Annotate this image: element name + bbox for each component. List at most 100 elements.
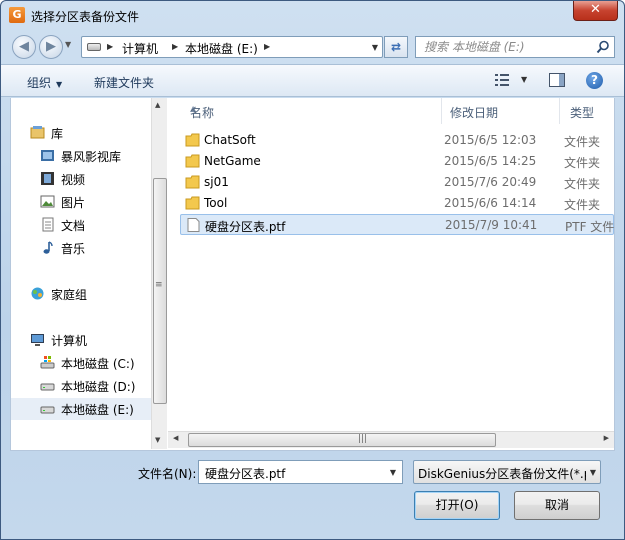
breadcrumb-drive-e[interactable]: 本地磁盘 (E:) (185, 40, 258, 57)
close-button[interactable]: ✕ (573, 1, 618, 21)
table-row[interactable]: 硬盘分区表.ptf 2015/7/9 10:41 PTF 文件 (180, 214, 614, 235)
sidebar-item-computer[interactable]: 计算机 (11, 329, 151, 351)
video-icon (41, 172, 54, 185)
scroll-up-icon[interactable]: ▲ (155, 101, 160, 109)
file-dialog-window: G 选择分区表备份文件 ✕ ◀ ▶ ▼ ▶ 计算机 ▶ 本地磁盘 (E:) ▶ … (0, 0, 625, 540)
sidebar-item-label: 库 (51, 127, 64, 141)
picture-icon (40, 195, 55, 208)
table-row[interactable]: ChatSoft 2015/6/5 12:03 文件夹 (180, 130, 614, 151)
grip-icon: ||| (358, 434, 368, 444)
sidebar-scrollbar[interactable]: ▲ ≡ ▼ (151, 98, 167, 449)
chevron-down-icon[interactable]: ▼ (590, 468, 596, 477)
drive-icon (87, 43, 101, 51)
file-icon (187, 218, 200, 232)
filename-value[interactable]: 硬盘分区表.ptf (205, 465, 285, 482)
title-bar[interactable]: G 选择分区表备份文件 ✕ (1, 1, 624, 31)
breadcrumb-computer[interactable]: 计算机 (122, 40, 158, 57)
sidebar-item-documents[interactable]: 文档 (11, 214, 151, 236)
table-row[interactable]: NetGame 2015/6/5 14:25 文件夹 (180, 151, 614, 172)
command-toolbar: 组织 ▼ 新建文件夹 ▼ ? (1, 64, 624, 97)
search-box[interactable] (415, 36, 615, 58)
organize-label: 组织 (27, 76, 52, 90)
sidebar-item-drive-d[interactable]: 本地磁盘 (D:) (11, 375, 151, 397)
file-name: ChatSoft (204, 133, 256, 147)
chevron-right-icon[interactable]: ▶ (172, 42, 178, 51)
search-input[interactable] (424, 39, 594, 55)
preview-pane-icon[interactable] (549, 73, 565, 87)
computer-icon (31, 334, 44, 346)
filetype-select[interactable]: DiskGenius分区表备份文件(*.ptf) ▼ (413, 460, 601, 484)
sidebar-item-homegroup[interactable]: 家庭组 (11, 283, 151, 305)
sidebar-item-pictures[interactable]: 图片 (11, 191, 151, 213)
refresh-button[interactable]: ⇄ (384, 36, 408, 58)
sidebar-item-label: 家庭组 (51, 288, 88, 302)
video-library-icon (41, 150, 54, 161)
address-dropdown-icon[interactable]: ▼ (372, 43, 378, 52)
open-button[interactable]: 打开(O) (414, 491, 500, 520)
chevron-down-icon[interactable]: ▼ (390, 468, 396, 477)
address-bar[interactable]: ▶ 计算机 ▶ 本地磁盘 (E:) ▶ ▼ (81, 36, 383, 58)
column-header-name[interactable]: ▲ 名称 (180, 98, 442, 124)
window-title: 选择分区表备份文件 (31, 10, 140, 24)
filetype-value: DiskGenius分区表备份文件(*.ptf) (418, 467, 586, 481)
back-button[interactable]: ◀ (12, 35, 36, 59)
drive-icon (40, 383, 55, 391)
column-header-date[interactable]: 修改日期 (440, 98, 560, 124)
file-type: 文件夹 (564, 198, 601, 212)
scroll-down-icon[interactable]: ▼ (155, 436, 160, 444)
file-type: 文件夹 (564, 177, 601, 191)
sidebar-item-baofeng-library[interactable]: 暴风影视库 (11, 145, 151, 167)
column-header-label: 名称 (190, 106, 215, 120)
file-list: ▲ 名称 修改日期 类型 ChatSoft 2015/6/5 12:03 文件夹 (168, 98, 614, 449)
table-row[interactable]: Tool 2015/6/6 14:14 文件夹 (180, 193, 614, 214)
file-name: NetGame (204, 154, 261, 168)
file-date: 2015/6/6 14:14 (444, 196, 537, 210)
file-type: PTF 文件 (565, 220, 615, 234)
sidebar-item-label: 视频 (61, 173, 86, 187)
sidebar-item-music[interactable]: 音乐 (11, 237, 151, 259)
scroll-right-icon[interactable]: ▶ (604, 434, 609, 442)
view-options-icon[interactable] (495, 73, 509, 87)
filename-field[interactable]: 硬盘分区表.ptf ▼ (198, 460, 403, 484)
file-date: 2015/6/5 14:25 (444, 154, 537, 168)
view-dropdown-icon[interactable]: ▼ (521, 75, 527, 84)
column-header-label: 类型 (570, 106, 595, 120)
navigation-pane: 库 暴风影视库 视频 图片 文档 音乐 家庭组 计算机 本地磁盘 (C:) 本地… (11, 98, 151, 449)
sidebar-item-videos[interactable]: 视频 (11, 168, 151, 190)
scroll-left-icon[interactable]: ◀ (173, 434, 178, 442)
sidebar-item-label: 音乐 (61, 242, 86, 256)
file-name: 硬盘分区表.ptf (205, 220, 286, 234)
homegroup-icon (31, 287, 44, 300)
sidebar-item-label: 本地磁盘 (E:) (61, 403, 134, 417)
sidebar-item-libraries[interactable]: 库 (11, 122, 151, 144)
organize-menu[interactable]: 组织 ▼ (27, 74, 62, 91)
scrollbar-thumb[interactable] (153, 178, 167, 404)
help-icon[interactable]: ? (586, 72, 603, 89)
sidebar-item-label: 计算机 (51, 334, 88, 348)
new-folder-button[interactable]: 新建文件夹 (94, 74, 154, 91)
grip-icon: ≡ (155, 280, 163, 290)
table-row[interactable]: sj01 2015/7/6 20:49 文件夹 (180, 172, 614, 193)
drive-icon (40, 406, 55, 414)
file-type: 文件夹 (564, 135, 601, 149)
filename-label: 文件名(N): (138, 467, 197, 481)
recent-pages-dropdown-icon[interactable]: ▼ (65, 40, 71, 49)
forward-button[interactable]: ▶ (39, 35, 63, 59)
sidebar-item-drive-c[interactable]: 本地磁盘 (C:) (11, 352, 151, 374)
cancel-button[interactable]: 取消 (514, 491, 600, 520)
search-icon[interactable] (596, 40, 610, 54)
app-icon: G (9, 7, 25, 23)
file-name: Tool (204, 196, 228, 210)
navigation-bar: ◀ ▶ ▼ ▶ 计算机 ▶ 本地磁盘 (E:) ▶ ▼ ⇄ (1, 31, 624, 63)
horizontal-scrollbar[interactable]: ◀ ||| ▶ (168, 431, 614, 448)
file-type: 文件夹 (564, 156, 601, 170)
scrollbar-thumb[interactable]: ||| (188, 433, 496, 447)
chevron-right-icon[interactable]: ▶ (107, 42, 113, 51)
column-header-type[interactable]: 类型 (560, 98, 614, 124)
chevron-right-icon[interactable]: ▶ (264, 42, 270, 51)
sidebar-item-label: 本地磁盘 (C:) (61, 357, 135, 371)
sidebar-item-drive-e[interactable]: 本地磁盘 (E:) (11, 398, 151, 420)
chevron-down-icon: ▼ (56, 80, 63, 89)
sidebar-item-label: 本地磁盘 (D:) (61, 380, 136, 394)
file-date: 2015/7/9 10:41 (445, 218, 538, 232)
